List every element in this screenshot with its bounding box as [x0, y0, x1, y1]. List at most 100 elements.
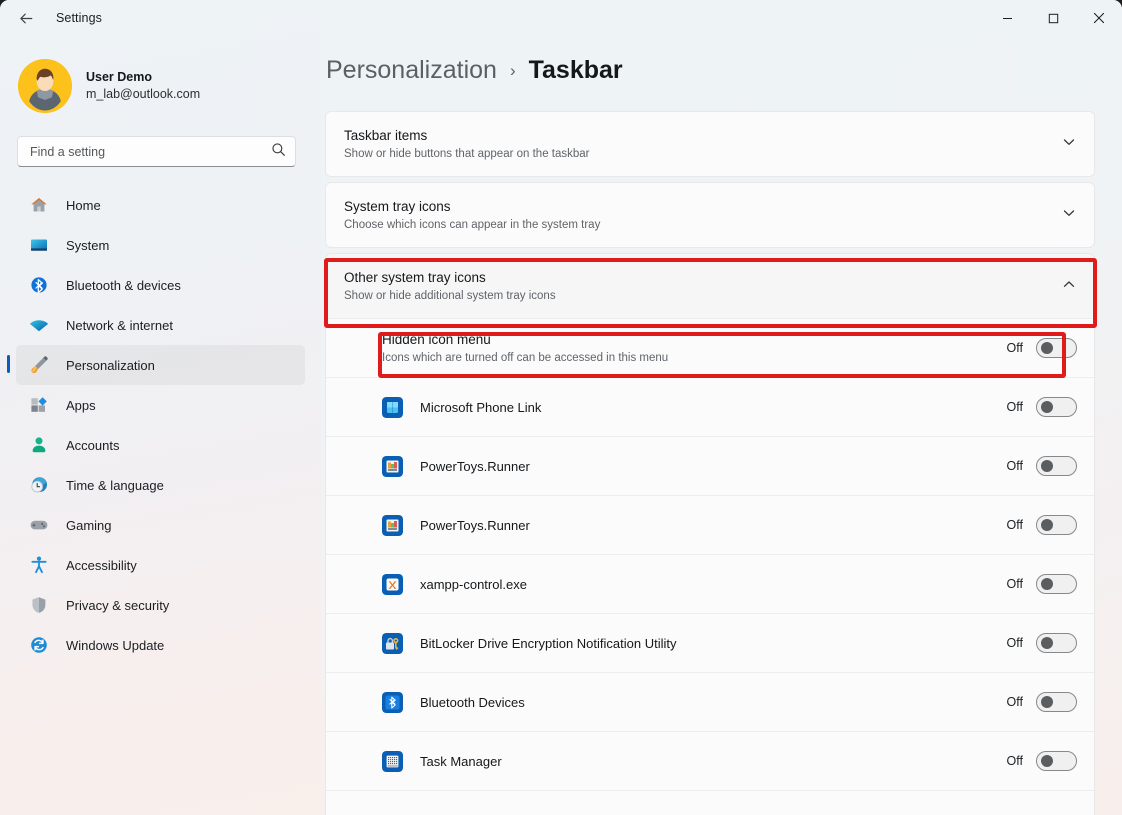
sidebar-item-network-internet[interactable]: Network & internet [16, 305, 305, 345]
window-controls [984, 0, 1122, 36]
powertoys-icon [382, 456, 403, 477]
sidebar-item-label: Windows Update [66, 638, 164, 653]
close-button[interactable] [1076, 0, 1122, 36]
toggle-knob [1041, 578, 1053, 590]
row-title: Hidden icon menu [382, 331, 668, 349]
row-subtitle: Icons which are turned off can be access… [382, 350, 668, 366]
maximize-button[interactable] [1030, 0, 1076, 36]
sidebar-item-accounts[interactable]: Accounts [16, 425, 305, 465]
row-control: Off [1007, 751, 1077, 771]
xampp-icon [382, 574, 403, 595]
row-toggle[interactable] [1036, 397, 1077, 417]
bluetooth-devices-icon [382, 692, 403, 713]
sidebar-item-personalization[interactable]: Personalization [16, 345, 305, 385]
breadcrumb: Personalization › Taskbar [326, 56, 1122, 85]
table-row: PowerToys.Runner Off [326, 436, 1094, 495]
card-other-system-tray-icons-header[interactable]: Other system tray icons Show or hide add… [326, 254, 1094, 318]
chevron-down-icon[interactable] [1061, 205, 1077, 226]
bitlocker-icon [382, 633, 403, 654]
system-icon [28, 234, 50, 256]
sidebar-item-windows-update[interactable]: Windows Update [16, 625, 305, 665]
row-label: PowerToys.Runner [420, 459, 530, 474]
row-label: PowerToys.Runner [420, 518, 530, 533]
sidebar-item-label: Gaming [66, 518, 112, 533]
back-button[interactable] [8, 3, 44, 33]
sidebar-item-privacy-security[interactable]: Privacy & security [16, 585, 305, 625]
toggle-state-label: Off [1007, 695, 1023, 709]
sidebar-item-home[interactable]: Home [16, 185, 305, 225]
row-toggle[interactable] [1036, 633, 1077, 653]
card-taskbar-items-header[interactable]: Taskbar items Show or hide buttons that … [326, 112, 1094, 176]
powertoys-icon [382, 515, 403, 536]
account-email: m_lab@outlook.com [86, 86, 200, 103]
toggle-knob [1041, 519, 1053, 531]
account-block[interactable]: User Demo m_lab@outlook.com [0, 46, 321, 118]
settings-window: User Demo m_lab@outlook.com [0, 0, 1122, 815]
sidebar-item-label: System [66, 238, 109, 253]
row-control: Off [1007, 338, 1077, 358]
table-row: xampp-control.exe Off [326, 554, 1094, 613]
sidebar-nav: Home System [0, 185, 321, 665]
task-manager-icon [382, 751, 403, 772]
row-label: Microsoft Phone Link [420, 400, 541, 415]
sidebar-item-label: Accounts [66, 438, 119, 453]
toggle-state-label: Off [1007, 459, 1023, 473]
card-taskbar-items: Taskbar items Show or hide buttons that … [325, 111, 1095, 177]
card-title: Taskbar items [344, 127, 590, 145]
card-subtitle: Show or hide additional system tray icon… [344, 288, 556, 304]
sidebar-item-label: Network & internet [66, 318, 173, 333]
brush-icon [28, 354, 50, 376]
toggle-knob [1041, 401, 1053, 413]
row-control: Off [1007, 692, 1077, 712]
card-system-tray-icons-header[interactable]: System tray icons Choose which icons can… [326, 183, 1094, 247]
avatar [18, 59, 72, 113]
toggle-knob [1041, 696, 1053, 708]
card-other-system-tray-icons: Other system tray icons Show or hide add… [325, 253, 1095, 815]
toggle-state-label: Off [1007, 577, 1023, 591]
row-control: Off [1007, 456, 1077, 476]
apps-icon [28, 394, 50, 416]
table-row: PowerToys.Runner Off [326, 495, 1094, 554]
page-title: Taskbar [529, 56, 623, 85]
row-toggle[interactable] [1036, 456, 1077, 476]
table-row: Bluetooth Devices Off [326, 672, 1094, 731]
row-toggle[interactable] [1036, 574, 1077, 594]
hidden-icon-menu-toggle[interactable] [1036, 338, 1077, 358]
row-toggle[interactable] [1036, 692, 1077, 712]
sidebar-item-label: Time & language [66, 478, 164, 493]
table-row: Microsoft Phone Link Off [326, 377, 1094, 436]
chevron-down-icon[interactable] [1061, 134, 1077, 155]
accessibility-icon [28, 554, 50, 576]
row-label: Bluetooth Devices [420, 695, 525, 710]
sidebar-item-gaming[interactable]: Gaming [16, 505, 305, 545]
chevron-up-icon[interactable] [1061, 276, 1077, 297]
row-toggle[interactable] [1036, 515, 1077, 535]
sidebar-item-system[interactable]: System [16, 225, 305, 265]
breadcrumb-parent-link[interactable]: Personalization [326, 56, 497, 85]
sidebar-item-apps[interactable]: Apps [16, 385, 305, 425]
scrollbar[interactable] [1108, 40, 1120, 810]
row-control: Off [1007, 574, 1077, 594]
account-text: User Demo m_lab@outlook.com [86, 69, 200, 103]
row-control: Off [1007, 515, 1077, 535]
toggle-state-label: Off [1007, 400, 1023, 414]
minimize-button[interactable] [984, 0, 1030, 36]
table-row: Task Manager Off [326, 731, 1094, 790]
row-toggle[interactable] [1036, 751, 1077, 771]
table-row: BitLocker Drive Encryption Notification … [326, 613, 1094, 672]
toggle-state-label: Off [1007, 518, 1023, 532]
shield-icon [28, 594, 50, 616]
toggle-state-label: Off [1007, 341, 1023, 355]
toggle-state-label: Off [1007, 754, 1023, 768]
card-title: Other system tray icons [344, 269, 556, 287]
sidebar-item-time-language[interactable]: Time & language [16, 465, 305, 505]
main-content: Personalization › Taskbar Taskbar items … [321, 0, 1122, 815]
sidebar-item-label: Accessibility [66, 558, 137, 573]
clock-icon [28, 474, 50, 496]
search-input[interactable] [30, 145, 271, 159]
sidebar-item-bluetooth-devices[interactable]: Bluetooth & devices [16, 265, 305, 305]
sidebar-item-label: Privacy & security [66, 598, 169, 613]
row-label: BitLocker Drive Encryption Notification … [420, 636, 676, 651]
sidebar-item-accessibility[interactable]: Accessibility [16, 545, 305, 585]
search-box[interactable] [17, 136, 296, 167]
